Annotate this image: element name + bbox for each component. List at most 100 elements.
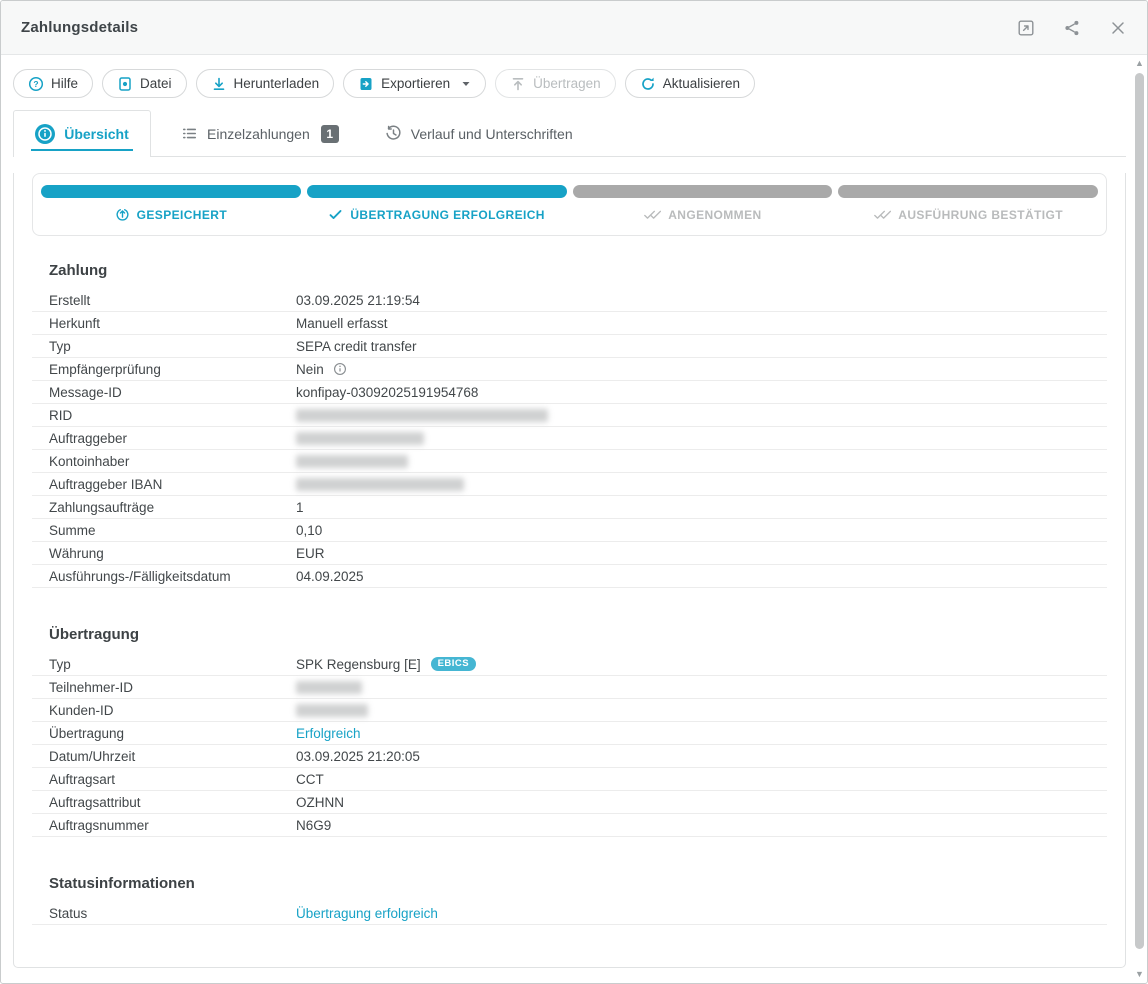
herunterladen-button[interactable]: Herunterladen <box>196 69 335 98</box>
scroll-up-arrow[interactable]: ▲ <box>1133 57 1146 70</box>
redacted-value <box>296 704 368 717</box>
progress-step-label: AUSFÜHRUNG BESTÄTIGT <box>898 208 1063 222</box>
row-value-text: 04.09.2025 <box>296 569 364 584</box>
row-value: N6G9 <box>296 818 1107 833</box>
row-value: Manuell erfasst <box>296 316 1107 331</box>
row-value-text: OZHNN <box>296 795 344 810</box>
uebertragen-button[interactable]: Übertragen <box>495 69 616 98</box>
row-label: Herkunft <box>32 316 296 331</box>
payment-details-dialog: Zahlungsdetails ?Hilfe Datei Herunterladen… <box>0 0 1148 984</box>
row-label: Zahlungsaufträge <box>32 500 296 515</box>
row-label: Summe <box>32 523 296 538</box>
row-label: RID <box>32 408 296 423</box>
progress-step-bar <box>41 185 301 198</box>
section-title: Übertragung <box>32 626 1107 643</box>
list-icon <box>181 125 198 142</box>
caret-down-icon <box>461 79 471 89</box>
redacted-value <box>296 409 548 422</box>
section-title: Statusinformationen <box>32 875 1107 892</box>
detail-row: WährungEUR <box>32 542 1107 565</box>
progress-step-label: ÜBERTRAGUNG ERFOLGREICH <box>350 208 545 222</box>
detail-row: Zahlungsaufträge1 <box>32 496 1107 519</box>
saved-icon <box>115 207 130 222</box>
row-label: Übertragung <box>32 726 296 741</box>
close-icon[interactable] <box>1109 19 1127 37</box>
detail-row: Kontoinhaber <box>32 450 1107 473</box>
datei-button[interactable]: Datei <box>102 69 187 98</box>
detail-row: Kunden-ID <box>32 699 1107 722</box>
detail-row: Auftraggeber <box>32 427 1107 450</box>
progress-step-bar <box>307 185 567 198</box>
row-label: Message-ID <box>32 385 296 400</box>
row-value: Erfolgreich <box>296 726 1107 741</box>
progress-step: ÜBERTRAGUNG ERFOLGREICH <box>304 185 570 222</box>
row-label: Auftraggeber IBAN <box>32 477 296 492</box>
tab-verlauf[interactable]: Verlauf und Unterschriften <box>369 110 589 157</box>
scroll-down-arrow[interactable]: ▼ <box>1133 968 1146 981</box>
row-label: Erstellt <box>32 293 296 308</box>
row-label: Auftragsart <box>32 772 296 787</box>
row-value-text: CCT <box>296 772 324 787</box>
row-value <box>296 478 1107 491</box>
row-value-text: N6G9 <box>296 818 331 833</box>
detail-row: EmpfängerprüfungNein <box>32 358 1107 381</box>
progress-step-bar <box>573 185 833 198</box>
progress-step: ANGENOMMEN <box>570 185 836 222</box>
row-label: Kontoinhaber <box>32 454 296 469</box>
row-label: Auftraggeber <box>32 431 296 446</box>
popout-icon[interactable] <box>1017 19 1035 37</box>
button-label: Übertragen <box>533 76 601 91</box>
row-value: OZHNN <box>296 795 1107 810</box>
row-value <box>296 704 1107 717</box>
refresh-icon <box>640 76 656 92</box>
upload-icon <box>510 76 526 92</box>
detail-row: Erstellt03.09.2025 21:19:54 <box>32 289 1107 312</box>
detail-sections: ZahlungErstellt03.09.2025 21:19:54Herkun… <box>14 262 1125 925</box>
row-value: 04.09.2025 <box>296 569 1107 584</box>
aktualisieren-button[interactable]: Aktualisieren <box>625 69 755 98</box>
redacted-value <box>296 478 464 491</box>
row-label: Ausführungs-/Fälligkeitsdatum <box>32 569 296 584</box>
progress-step-label-row: AUSFÜHRUNG BESTÄTIGT <box>838 207 1098 222</box>
row-value-text: SPK Regensburg [E] <box>296 657 421 672</box>
tab-uebersicht[interactable]: Übersicht <box>13 110 151 157</box>
titlebar: Zahlungsdetails <box>1 1 1147 55</box>
detail-row: HerkunftManuell erfasst <box>32 312 1107 335</box>
progress-step-label: ANGENOMMEN <box>668 208 761 222</box>
row-value: EUR <box>296 546 1107 561</box>
row-value-text: Manuell erfasst <box>296 316 388 331</box>
row-value: Übertragung erfolgreich <box>296 906 1107 921</box>
vertical-scrollbar[interactable]: ▲ ▼ <box>1133 57 1146 981</box>
row-value: 03.09.2025 21:19:54 <box>296 293 1107 308</box>
progress-step-bar <box>838 185 1098 198</box>
svg-text:?: ? <box>33 79 38 89</box>
row-value-text: Erfolgreich <box>296 726 361 741</box>
detail-row: AuftragsartCCT <box>32 768 1107 791</box>
hilfe-button[interactable]: ?Hilfe <box>13 69 93 98</box>
file-icon <box>117 76 133 92</box>
row-value-text: konfipay-03092025191954768 <box>296 385 478 400</box>
section: ZahlungErstellt03.09.2025 21:19:54Herkun… <box>32 262 1107 588</box>
info-circle-icon <box>35 124 55 144</box>
scrollbar-thumb[interactable] <box>1135 73 1144 949</box>
info-icon[interactable] <box>333 362 347 376</box>
row-value-text: Übertragung erfolgreich <box>296 906 438 921</box>
row-value: 03.09.2025 21:20:05 <box>296 749 1107 764</box>
section-title: Zahlung <box>32 262 1107 279</box>
tab-label: Verlauf und Unterschriften <box>411 126 573 142</box>
page-title: Zahlungsdetails <box>21 19 138 36</box>
button-label: Herunterladen <box>234 76 320 91</box>
row-value <box>296 409 1107 422</box>
detail-row: Datum/Uhrzeit03.09.2025 21:20:05 <box>32 745 1107 768</box>
row-value <box>296 455 1107 468</box>
tab-einzelzahlungen[interactable]: Einzelzahlungen1 <box>165 110 355 157</box>
download-icon <box>211 76 227 92</box>
share-icon[interactable] <box>1063 19 1081 37</box>
row-value-text: Nein <box>296 362 324 377</box>
help-icon: ? <box>28 76 44 92</box>
row-value: CCT <box>296 772 1107 787</box>
tab-label: Übersicht <box>64 126 129 142</box>
section: ÜbertragungTypSPK Regensburg [E]EBICSTei… <box>32 626 1107 837</box>
detail-row: Summe0,10 <box>32 519 1107 542</box>
exportieren-button[interactable]: Exportieren <box>343 69 486 98</box>
